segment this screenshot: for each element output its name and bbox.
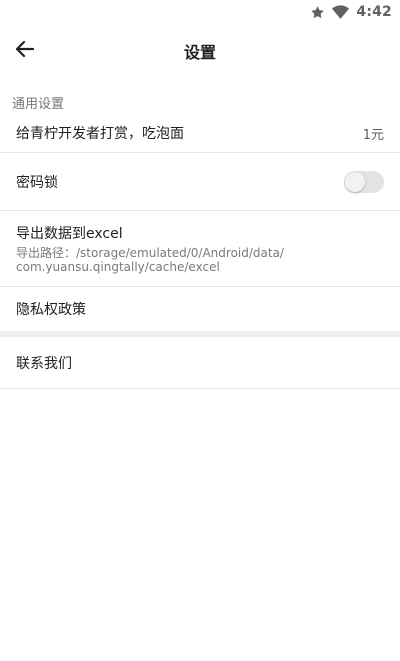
section-header-general: 通用设置 (12, 97, 65, 112)
password-lock-row[interactable]: 密码锁 (0, 153, 400, 211)
export-path: 导出路径：/storage/emulated/0/Android/data/ c… (16, 246, 284, 274)
status-time: 4:42 (356, 4, 392, 20)
wifi-icon (332, 4, 350, 20)
privacy-policy-row[interactable]: 隐私权政策 (0, 287, 400, 331)
password-lock-toggle[interactable] (344, 170, 384, 193)
contact-us-label: 联系我们 (16, 355, 72, 372)
export-excel-label: 导出数据到excel (16, 226, 123, 242)
export-path-line2: com.yuansu.qingtally/cache/excel (16, 260, 220, 274)
password-lock-label: 密码锁 (16, 174, 58, 191)
status-bar: 4:42 (0, 0, 400, 24)
export-path-line1: 导出路径：/storage/emulated/0/Android/data/ (16, 246, 284, 260)
arrow-left-icon (15, 40, 35, 61)
star-icon (310, 5, 325, 20)
toggle-knob (345, 171, 365, 192)
back-button[interactable] (12, 38, 38, 64)
page-title: 设置 (183, 43, 216, 62)
donate-amount: 1元 (362, 127, 384, 143)
donate-row[interactable]: 给青柠开发者打赏，吃泡面 1元 (0, 114, 400, 153)
privacy-policy-label: 隐私权政策 (16, 302, 86, 318)
donate-label: 给青柠开发者打赏，吃泡面 (16, 126, 184, 142)
contact-us-row[interactable]: 联系我们 (0, 337, 400, 389)
export-excel-row[interactable]: 导出数据到excel 导出路径：/storage/emulated/0/Andr… (0, 211, 400, 287)
toolbar: 设置 (0, 24, 400, 78)
